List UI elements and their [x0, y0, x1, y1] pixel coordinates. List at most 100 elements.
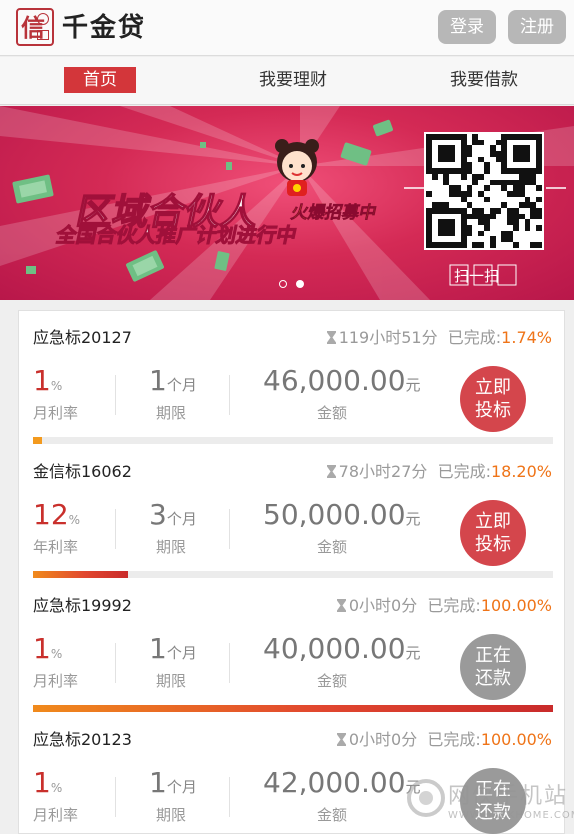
progress-bar — [33, 705, 553, 712]
done-label: 已完成: — [427, 596, 481, 615]
top-header: 信 千金贷 登录 注册 — [0, 0, 574, 56]
term-unit: 个月 — [166, 510, 197, 528]
loan-name: 金信标16062 — [33, 462, 132, 481]
term-value: 1 — [149, 632, 167, 665]
progress-fill — [33, 437, 43, 444]
interest-rate: 1% — [33, 765, 62, 806]
repaying-status-button[interactable]: 正在还款 — [460, 634, 526, 700]
loan-status: 0小时0分 已完成:100.00% — [336, 729, 552, 751]
login-button[interactable]: 登录 — [438, 10, 496, 44]
progress-fill — [33, 705, 553, 712]
tab-invest[interactable]: 我要理财 — [246, 67, 340, 93]
repaying-status-button[interactable]: 正在还款 — [460, 768, 526, 834]
rate-label: 月利率 — [33, 806, 79, 824]
loan-status: 0小时0分 已完成:100.00% — [336, 595, 552, 617]
divider — [115, 777, 116, 817]
amount-unit: 元 — [405, 376, 421, 394]
hourglass-icon — [336, 599, 346, 612]
interest-rate: 1% — [33, 631, 62, 672]
amount-value: 42,000.00 — [263, 766, 406, 799]
amount-label: 金额 — [317, 806, 348, 824]
amount-value: 46,000.00 — [263, 364, 406, 397]
rate-value: 12 — [33, 498, 69, 531]
time-left: 0小时0分 — [348, 596, 418, 615]
term-value: 1 — [149, 364, 167, 397]
loan-amount: 40,000.00元 — [263, 631, 421, 671]
amount-label: 金额 — [317, 672, 348, 690]
qr-code-icon — [424, 132, 544, 250]
done-label: 已完成: — [447, 328, 502, 347]
amount-unit: 元 — [405, 778, 421, 796]
loan-term: 3个月 — [149, 497, 197, 537]
carousel-dot-1[interactable] — [279, 280, 287, 288]
divider — [229, 375, 230, 415]
loan-status: 78小时27分 已完成:18.20% — [326, 461, 552, 483]
loan-amount: 46,000.00元 — [263, 363, 421, 403]
term-label: 期限 — [156, 538, 187, 556]
interest-rate: 1% — [33, 363, 62, 404]
rate-value: 1 — [33, 766, 51, 799]
time-left: 0小时0分 — [348, 730, 418, 749]
rate-unit: % — [50, 647, 63, 661]
done-label: 已完成: — [427, 730, 481, 749]
hourglass-icon — [326, 331, 336, 344]
hourglass-icon — [326, 465, 336, 478]
logo-seal-icon: 信 — [16, 8, 54, 46]
app-root: 信 千金贷 登录 注册 首页 我要理财 我要借款 区域合伙人 火爆招募中 全国合… — [0, 0, 574, 834]
progress-fill — [33, 571, 128, 578]
amount-label: 金额 — [317, 538, 348, 556]
hourglass-icon — [336, 733, 346, 746]
brand-logo-text: 千金贷 — [62, 13, 147, 43]
time-left: 78小时27分 — [338, 462, 428, 481]
divider — [115, 509, 116, 549]
banner-line2-text: 全国合伙人推广计划进行中 — [53, 223, 299, 247]
loan-amount: 50,000.00元 — [263, 497, 421, 537]
term-label: 期限 — [156, 672, 187, 690]
rate-unit: % — [68, 513, 81, 527]
term-label: 期限 — [156, 404, 187, 422]
bid-now-button[interactable]: 立即投标 — [460, 366, 526, 432]
loan-name: 应急标19992 — [33, 596, 132, 615]
done-percent: 100.00% — [480, 596, 552, 615]
term-value: 1 — [149, 766, 167, 799]
loan-list: 应急标20127 119小时51分 已完成:1.74% 1% 月利率 1个月 期… — [18, 310, 565, 834]
term-unit: 个月 — [166, 376, 197, 394]
term-label: 期限 — [156, 806, 187, 824]
rate-unit: % — [50, 379, 63, 393]
divider — [229, 777, 230, 817]
rate-label: 月利率 — [33, 404, 79, 422]
loan-card[interactable]: 应急标19992 0小时0分 已完成:100.00% 1% 月利率 1个月 期限… — [19, 579, 566, 713]
loan-name: 应急标20123 — [33, 730, 132, 749]
loan-card[interactable]: 金信标16062 78小时27分 已完成:18.20% 12% 年利率 3个月 … — [19, 445, 566, 579]
interest-rate: 12% — [33, 497, 80, 538]
progress-bar — [33, 571, 553, 578]
loan-term: 1个月 — [149, 631, 197, 671]
carousel-dot-2-active[interactable] — [296, 280, 304, 288]
loan-card[interactable]: 应急标20127 119小时51分 已完成:1.74% 1% 月利率 1个月 期… — [19, 311, 566, 445]
loan-name: 应急标20127 — [33, 328, 132, 347]
term-unit: 个月 — [166, 778, 197, 796]
rate-unit: % — [50, 781, 63, 795]
done-percent: 100.00% — [480, 730, 552, 749]
tab-borrow[interactable]: 我要借款 — [436, 67, 532, 93]
banner-subtitle-text: 火爆招募中 — [289, 202, 378, 223]
loan-card[interactable]: 应急标20123 0小时0分 已完成:100.00% 1% 月利率 1个月 期限… — [19, 713, 566, 834]
term-value: 3 — [149, 498, 167, 531]
rate-label: 月利率 — [33, 672, 79, 690]
term-unit: 个月 — [166, 644, 197, 662]
rate-value: 1 — [33, 632, 51, 665]
loan-amount: 42,000.00元 — [263, 765, 421, 805]
amount-value: 50,000.00 — [263, 498, 406, 531]
divider — [115, 643, 116, 683]
done-percent: 18.20% — [490, 462, 552, 481]
divider — [229, 643, 230, 683]
amount-label: 金额 — [317, 404, 348, 422]
register-button[interactable]: 注册 — [508, 10, 566, 44]
bid-now-button[interactable]: 立即投标 — [460, 500, 526, 566]
time-left: 119小时51分 — [338, 328, 438, 347]
main-nav: 首页 我要理财 我要借款 — [0, 57, 574, 105]
amount-unit: 元 — [405, 644, 421, 662]
loan-term: 1个月 — [149, 765, 197, 805]
loan-status: 119小时51分 已完成:1.74% — [326, 327, 552, 349]
tab-home[interactable]: 首页 — [64, 67, 136, 93]
